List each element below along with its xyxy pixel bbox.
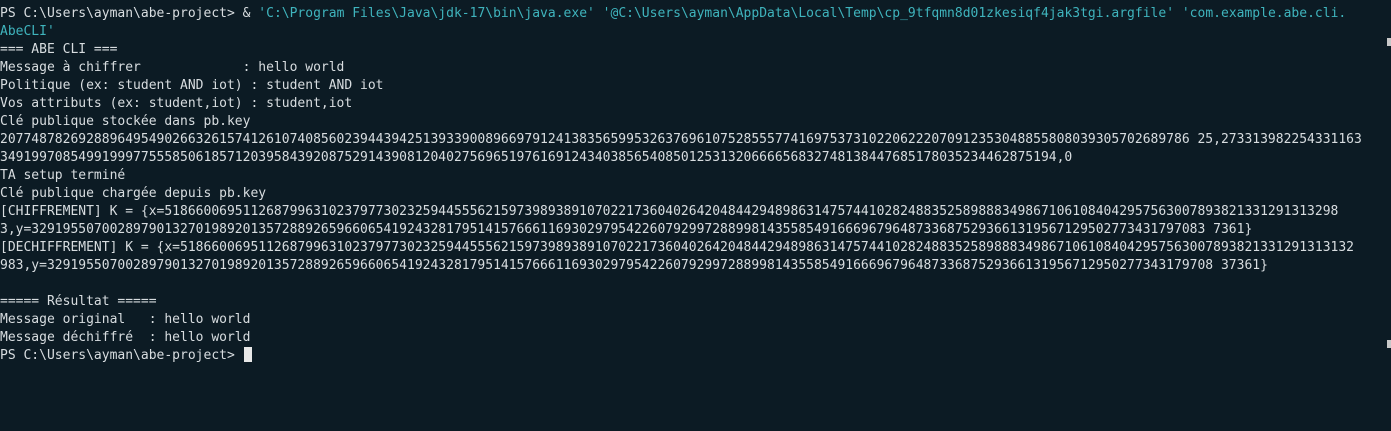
command-operator: & — [234, 6, 259, 21]
terminal-window[interactable]: PS C:\Users\ayman\abe-project> & 'C:\Pro… — [0, 0, 1391, 431]
main-class-arg: 'com.example.abe.cli. — [1181, 6, 1347, 21]
command-line-wrap: AbeCLI' — [0, 24, 55, 39]
output-dechiffrement-1: [DECHIFFREMENT] K = {x=51866006951126879… — [0, 240, 1355, 255]
prompt-text: PS C:\Users\ayman\abe-project> — [0, 6, 235, 21]
output-pubkey-loaded: Clé publique chargée depuis pb.key — [0, 186, 267, 201]
scroll-up-arrow-icon[interactable] — [1387, 38, 1391, 46]
output-message-line: Message à chiffrer : hello world — [0, 60, 345, 75]
output-blank-line — [0, 275, 1391, 293]
output-ta-setup: TA setup terminé — [0, 168, 126, 183]
vertical-scrollbar[interactable] — [1387, 0, 1391, 431]
output-pubkey-value-2: 3491997085499199977555850618571203958439… — [0, 150, 1073, 165]
final-prompt-text: PS C:\Users\ayman\abe-project> — [0, 348, 235, 363]
output-dechiffrement-2: 983,y=3291955070028979013270198920135728… — [0, 258, 1268, 273]
command-line: PS C:\Users\ayman\abe-project> & 'C:\Pro… — [0, 5, 1391, 23]
output-policy-line: Politique (ex: student AND iot) : studen… — [0, 78, 384, 93]
scroll-down-arrow-icon[interactable] — [1387, 340, 1391, 348]
text-cursor — [243, 347, 252, 362]
output-chiffrement-1: [CHIFFREMENT] K = {x=5186600695112687996… — [0, 204, 1339, 219]
final-prompt-line[interactable]: PS C:\Users\ayman\abe-project> — [0, 347, 1391, 365]
argfile-arg: '@C:\Users\ayman\AppData\Local\Temp\cp_9… — [602, 6, 1175, 21]
output-result-header: ===== Résultat ===== — [0, 294, 157, 309]
output-decrypted-message: Message déchiffré : hello world — [0, 330, 251, 345]
output-pubkey-saved: Clé publique stockée dans pb.key — [0, 114, 251, 129]
java-path-arg: 'C:\Program Files\Java\jdk-17\bin\java.e… — [258, 6, 595, 21]
output-pubkey-value-1: 2077487826928896495490266326157412610740… — [0, 132, 1362, 147]
output-chiffrement-2: 3,y=329195507002897901327019892013572889… — [0, 222, 1253, 237]
output-original-message: Message original : hello world — [0, 312, 251, 327]
output-header: === ABE CLI === — [0, 42, 118, 57]
output-attributes-line: Vos attributs (ex: student,iot) : studen… — [0, 96, 353, 111]
